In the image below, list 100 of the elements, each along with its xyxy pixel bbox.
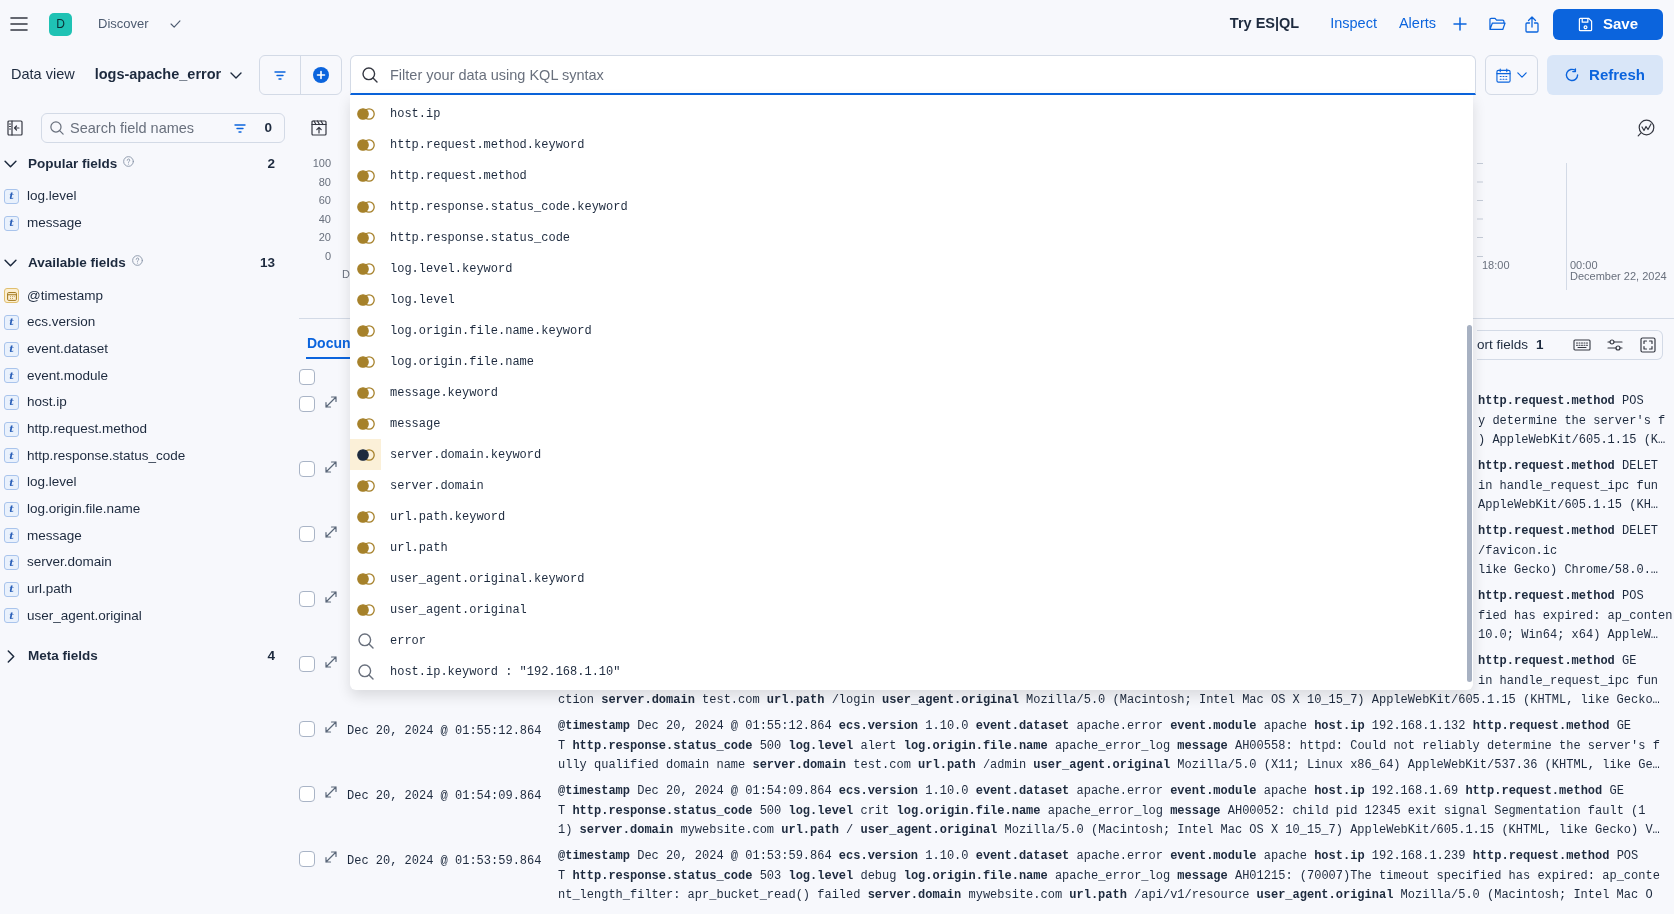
field-item[interactable]: @timestamp: [0, 282, 294, 310]
field-filter-button[interactable]: 0: [234, 117, 272, 139]
search-icon: [50, 121, 64, 135]
suggestion-item[interactable]: url.path: [350, 532, 1473, 563]
query-bar[interactable]: Filter your data using KQL syntax: [350, 55, 1476, 95]
refresh-button[interactable]: Refresh: [1547, 55, 1663, 95]
document-summary-line: ) AppleWebKit/605.1.15 (K…: [1478, 432, 1667, 449]
fullscreen-icon[interactable]: [1640, 337, 1656, 353]
field-search-input[interactable]: Search field names: [70, 117, 220, 139]
row-checkbox[interactable]: [299, 721, 315, 737]
query-input[interactable]: Filter your data using KQL syntax: [390, 62, 1475, 87]
expand-icon[interactable]: [325, 591, 337, 603]
field-token-icon: [356, 603, 375, 616]
expand-icon[interactable]: [325, 721, 337, 733]
document-summary-line: @timestamp Dec 20, 2024 @ 01:54:09.864 ecs.version 1.10.0 event.dataset apache.error event.module apache host.ip 192.168.1.69 http.request.method GE: [558, 783, 1625, 800]
save-button[interactable]: Save: [1553, 8, 1663, 40]
field-item[interactable]: t log.level: [0, 469, 294, 496]
field-token-icon: [356, 200, 375, 213]
section-toggle[interactable]: Available fields: [4, 253, 126, 274]
section-toggle[interactable]: Popular fields: [4, 153, 118, 175]
sliders-icon[interactable]: [1607, 339, 1623, 351]
date-picker-button[interactable]: [1485, 55, 1538, 95]
expand-icon[interactable]: [325, 461, 337, 473]
scrollbar-thumb[interactable]: [1467, 325, 1472, 682]
field-item[interactable]: t host.ip: [0, 389, 294, 416]
document-summary-line: T http.response.status_code 503 log.level debug log.origin.file.name apache_error_log message AH01215: (70007)The timeout specified has expired: ap_conte: [558, 867, 1661, 885]
document-summary-line: nt_length_filter: apr_bucket_read() failed server.domain mywebsite.com url.path /api/v1/resource user_agent.original Mozilla/5.0 (Macintosh; Intel Mac O: [558, 887, 1654, 904]
suggestion-item[interactable]: log.origin.file.name: [350, 346, 1473, 377]
toolbar-link[interactable]: Inspect: [1330, 13, 1377, 35]
field-item[interactable]: t server.domain: [0, 549, 294, 576]
field-search-box[interactable]: Search field names 0: [41, 113, 285, 143]
folder-open-icon[interactable]: [1489, 17, 1506, 31]
row-checkbox[interactable]: [299, 526, 315, 542]
data-view-selector[interactable]: logs-apache_error: [94, 64, 243, 86]
panel-collapse-icon[interactable]: [7, 120, 23, 136]
field-item[interactable]: t log.origin.file.name: [0, 495, 294, 523]
suggestion-item[interactable]: user_agent.original.keyword: [350, 563, 1473, 594]
toolbar-link[interactable]: Alerts: [1398, 13, 1436, 35]
keyboard-icon[interactable]: [1573, 339, 1591, 351]
field-token-icon: [356, 448, 375, 461]
field-item[interactable]: t ecs.version: [0, 309, 294, 336]
suggestion-item[interactable]: http.request.method: [350, 160, 1473, 191]
check-icon[interactable]: [169, 20, 181, 28]
timestamp-cell: Dec 20, 2024 @ 01:55:12.864: [347, 724, 542, 738]
document-summary-line: T http.response.status_code 500 log.level crit log.origin.file.name apache_error_log message AH00052: child pid 12345 exit signal Segmentation fault (1: [558, 802, 1647, 820]
suggestion-item[interactable]: error: [350, 625, 1473, 656]
field-item[interactable]: t message: [0, 209, 294, 237]
menu-icon[interactable]: [10, 17, 28, 31]
field-item[interactable]: t http.request.method: [0, 415, 294, 443]
suggestion-item[interactable]: message.keyword: [350, 377, 1473, 408]
user-avatar[interactable]: D: [49, 12, 72, 36]
suggestion-item[interactable]: message: [350, 408, 1473, 439]
suggestion-item[interactable]: host.ip.keyword : "192.168.1.10": [350, 656, 1473, 687]
row-checkbox[interactable]: [299, 461, 315, 477]
field-item[interactable]: t message: [0, 522, 294, 550]
y-axis-label: 0: [324, 248, 331, 264]
row-checkbox[interactable]: [299, 786, 315, 802]
suggestion-item[interactable]: log.origin.file.name.keyword: [350, 315, 1473, 346]
expand-icon[interactable]: [325, 526, 337, 538]
plus-icon[interactable]: [1453, 17, 1467, 31]
share-icon[interactable]: [1525, 15, 1539, 33]
suggestion-item[interactable]: http.response.status_code: [350, 222, 1473, 253]
field-token-icon: [356, 572, 375, 585]
field-item[interactable]: t url.path: [0, 575, 294, 603]
row-checkbox[interactable]: [299, 396, 315, 412]
expand-icon[interactable]: [325, 656, 337, 668]
documents-tab[interactable]: Docun: [306, 330, 352, 359]
section-toggle[interactable]: Meta fields: [4, 646, 98, 667]
suggestion-item[interactable]: log.level: [350, 284, 1473, 315]
field-item[interactable]: t event.dataset: [0, 335, 294, 363]
document-summary-line: ction server.domain test.com url.path /login user_agent.original Mozilla/5.0 (Macintosh; Intel Mac OS X 10_15_7) AppleWebKit/605.1.15 (KHTML, like Gecko…: [558, 692, 1661, 709]
suggestion-item[interactable]: user_agent.original: [350, 594, 1473, 625]
field-item[interactable]: t event.module: [0, 362, 294, 390]
x-axis-label: D: [342, 268, 350, 281]
breadcrumb-link[interactable]: Discover: [98, 14, 149, 34]
suggestion-item[interactable]: server.domain: [350, 470, 1473, 501]
row-checkbox[interactable]: [299, 851, 315, 867]
expand-icon[interactable]: [325, 851, 337, 863]
box-arrow-up-icon[interactable]: [311, 120, 327, 136]
sort-fields-label[interactable]: ort fields: [1477, 334, 1529, 356]
suggestion-item[interactable]: log.level.keyword: [350, 253, 1473, 284]
field-item[interactable]: t log.level: [0, 183, 294, 210]
expand-icon[interactable]: [325, 786, 337, 798]
suggestion-item[interactable]: http.request.method.keyword: [350, 129, 1473, 160]
field-item[interactable]: t http.response.status_code: [0, 442, 294, 470]
suggestion-item[interactable]: host.ip: [350, 98, 1473, 129]
field-item[interactable]: t user_agent.original: [0, 602, 294, 630]
toolbar-button[interactable]: Try ES|QL: [1229, 13, 1300, 35]
document-summary-line: 1) server.domain mywebsite.com url.path / user_agent.original Mozilla/5.0 (Macintosh; Intel Mac OS X 10_15_7) AppleWebKit/605.1.15 (KHTML, like Gecko) V…: [558, 822, 1661, 839]
row-checkbox[interactable]: [299, 591, 315, 607]
row-checkbox[interactable]: [299, 656, 315, 672]
suggestion-item[interactable]: url.path.keyword: [350, 501, 1473, 532]
y-axis-label: 100: [312, 156, 331, 171]
field-token-icon: [356, 355, 375, 368]
expand-icon[interactable]: [325, 396, 337, 408]
circle-chart-icon[interactable]: [1637, 119, 1655, 137]
field-count: 4: [267, 647, 275, 666]
row-checkbox[interactable]: [299, 368, 315, 385]
suggestion-item[interactable]: http.response.status_code.keyword: [350, 191, 1473, 222]
document-summary-line: /favicon.ic: [1478, 542, 1559, 560]
